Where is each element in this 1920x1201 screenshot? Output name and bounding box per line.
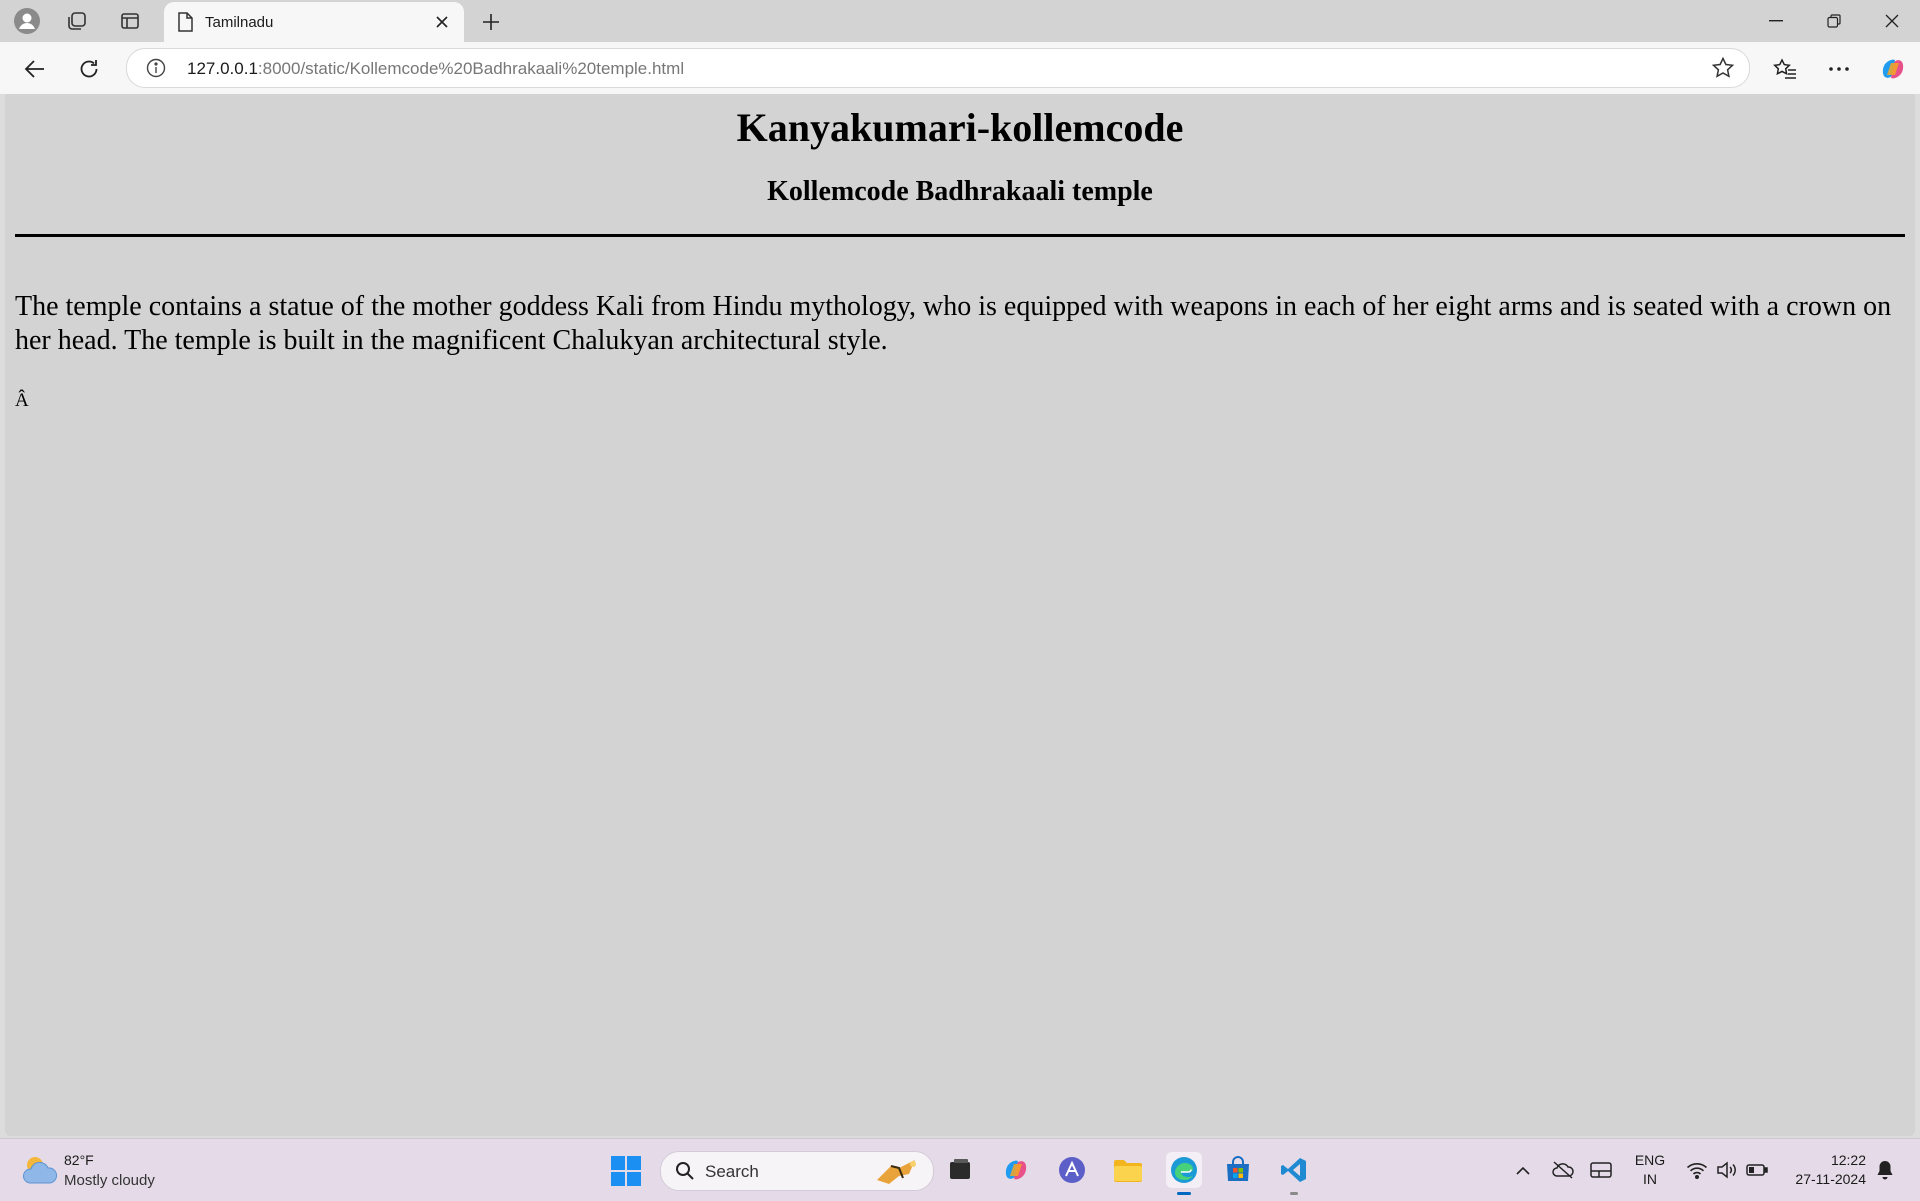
vertical-tabs-icon[interactable] (115, 6, 145, 36)
minimize-icon[interactable] (1748, 4, 1804, 38)
back-arrow-icon[interactable] (18, 52, 52, 86)
weather-temperature[interactable]: 82°F (64, 1152, 94, 1168)
show-hidden-icons-chevron-up-icon[interactable] (1510, 1157, 1536, 1183)
site-info-icon[interactable] (145, 57, 167, 79)
taskbar-app-vscode-icon[interactable] (1276, 1152, 1312, 1195)
new-tab-icon[interactable] (476, 7, 506, 37)
tab-title: Tamilnadu (205, 14, 274, 31)
copilot-icon[interactable] (1876, 52, 1910, 86)
volume-icon[interactable] (1714, 1157, 1740, 1183)
wifi-icon[interactable] (1684, 1157, 1710, 1183)
url-host: 127.0.0.1 (187, 59, 258, 78)
refresh-icon[interactable] (72, 52, 106, 86)
page-viewport: Kanyakumari-kollemcode Kollemcode Badhra… (5, 94, 1915, 1136)
search-icon (675, 1161, 695, 1181)
input-language-indicator[interactable]: ENG IN (1630, 1151, 1670, 1189)
workspaces-icon[interactable] (62, 6, 92, 36)
browser-toolbar: 127.0.0.1:8000/static/Kollemcode%20Badhr… (0, 42, 1920, 94)
restore-icon[interactable] (1806, 4, 1862, 38)
browser-title-bar: Tamilnadu (0, 0, 1920, 42)
running-app-indicator (1290, 1192, 1298, 1195)
taskbar-app-a-icon[interactable] (1054, 1152, 1090, 1188)
taskbar-app-terminal-icon[interactable] (942, 1152, 978, 1188)
taskbar-app-file-explorer-icon[interactable] (1110, 1152, 1146, 1188)
page-document-icon (176, 12, 194, 37)
taskbar-search-box[interactable]: Search (660, 1151, 934, 1191)
touch-keyboard-icon[interactable] (1588, 1157, 1614, 1183)
close-window-icon[interactable] (1864, 4, 1920, 38)
taskbar-app-store-icon[interactable] (1220, 1152, 1256, 1188)
region-code: IN (1643, 1171, 1657, 1187)
search-label: Search (705, 1162, 759, 1181)
search-highlight-icon (873, 1158, 923, 1184)
browser-tab-active[interactable]: Tamilnadu (164, 2, 464, 42)
taskbar-app-edge-icon[interactable] (1166, 1152, 1202, 1195)
battery-icon[interactable] (1744, 1157, 1770, 1183)
page-subtitle: Kollemcode Badhrakaali temple (767, 176, 1153, 207)
taskbar-app-copilot-icon[interactable] (998, 1152, 1034, 1188)
system-clock[interactable]: 12:22 27-11-2024 (1778, 1151, 1866, 1189)
windows-start-icon[interactable] (610, 1155, 642, 1187)
favorite-star-icon[interactable] (1711, 56, 1735, 80)
language-code: ENG (1634, 1152, 1666, 1168)
temple-description: The temple contains a statue of the moth… (15, 291, 1892, 356)
horizontal-rule (15, 234, 1905, 237)
more-options-icon[interactable] (1822, 52, 1856, 86)
profile-avatar-icon[interactable] (12, 6, 42, 36)
url-path: :8000/static/Kollemcode%20Badhrakaali%20… (257, 59, 685, 78)
weather-description[interactable]: Mostly cloudy (64, 1172, 155, 1189)
windows-taskbar: 82°F Mostly cloudy Search ENG IN 12:22 2… (0, 1138, 1920, 1201)
clock-date: 27-11-2024 (1795, 1171, 1866, 1187)
close-tab-icon[interactable] (430, 10, 454, 34)
address-bar[interactable]: 127.0.0.1:8000/static/Kollemcode%20Badhr… (126, 48, 1750, 88)
notification-bell-icon[interactable] (1872, 1157, 1898, 1183)
clock-time: 12:22 (1830, 1152, 1866, 1168)
stray-character: Â (15, 390, 29, 411)
url-text[interactable]: 127.0.0.1:8000/static/Kollemcode%20Badhr… (187, 59, 684, 79)
favorites-list-icon[interactable] (1768, 52, 1802, 86)
active-app-indicator (1177, 1192, 1191, 1195)
onedrive-offline-icon[interactable] (1550, 1157, 1576, 1183)
page-title: Kanyakumari-kollemcode (736, 105, 1184, 150)
weather-cloud-icon[interactable] (20, 1153, 60, 1187)
